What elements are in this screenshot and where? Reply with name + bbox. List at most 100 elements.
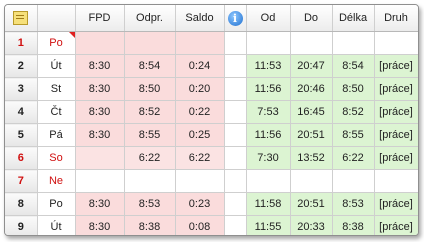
- druh-cell[interactable]: [374, 31, 418, 55]
- druh-cell[interactable]: [práce]: [374, 54, 418, 78]
- fpd-cell[interactable]: [75, 146, 125, 170]
- druh-header[interactable]: Druh: [374, 5, 418, 32]
- od-cell[interactable]: 11:55: [246, 215, 291, 235]
- saldo-cell[interactable]: 6:22: [175, 146, 225, 170]
- odpr-cell[interactable]: 8:52: [124, 100, 176, 124]
- do-cell[interactable]: 20:47: [290, 54, 333, 78]
- delka-cell[interactable]: 8:38: [332, 215, 375, 235]
- odpr-cell[interactable]: [124, 31, 176, 55]
- saldo-cell[interactable]: 0:08: [175, 215, 225, 235]
- saldo-cell[interactable]: 0:20: [175, 77, 225, 101]
- saldo-cell[interactable]: 0:23: [175, 192, 225, 216]
- odpr-cell[interactable]: 8:55: [124, 123, 176, 147]
- odpr-cell[interactable]: 8:54: [124, 54, 176, 78]
- od-cell[interactable]: 11:53: [246, 54, 291, 78]
- od-header[interactable]: Od: [246, 5, 291, 32]
- saldo-cell[interactable]: 0:24: [175, 54, 225, 78]
- do-cell[interactable]: [290, 169, 333, 193]
- od-cell[interactable]: [246, 31, 291, 55]
- table-row[interactable]: 3 St 8:30 8:50 0:20 11:56 20:46 8:50 [pr…: [5, 77, 418, 101]
- delka-cell[interactable]: 8:55: [332, 123, 375, 147]
- druh-cell[interactable]: [práce]: [374, 77, 418, 101]
- od-cell[interactable]: 7:53: [246, 100, 291, 124]
- odpr-cell[interactable]: 8:38: [124, 215, 176, 235]
- fpd-cell[interactable]: 8:30: [75, 77, 125, 101]
- odpr-cell[interactable]: 6:22: [124, 146, 176, 170]
- table-row[interactable]: 2 Út 8:30 8:54 0:24 11:53 20:47 8:54 [pr…: [5, 54, 418, 78]
- odpr-cell[interactable]: [124, 169, 176, 193]
- day-number: 1: [5, 31, 38, 55]
- saldo-cell[interactable]: 0:25: [175, 123, 225, 147]
- od-cell[interactable]: [246, 169, 291, 193]
- odpr-cell[interactable]: 8:53: [124, 192, 176, 216]
- info-cell: [224, 169, 247, 193]
- do-header[interactable]: Do: [290, 5, 333, 32]
- delka-cell[interactable]: [332, 169, 375, 193]
- do-cell[interactable]: 20:46: [290, 77, 333, 101]
- do-cell[interactable]: [290, 31, 333, 55]
- day-name-header: [37, 5, 76, 32]
- fpd-cell[interactable]: [75, 31, 125, 55]
- odpr-header[interactable]: Odpr.: [124, 5, 176, 32]
- od-cell[interactable]: 11:56: [246, 123, 291, 147]
- delka-cell[interactable]: 8:50: [332, 77, 375, 101]
- od-cell[interactable]: 11:58: [246, 192, 291, 216]
- info-cell: [224, 192, 247, 216]
- fpd-cell[interactable]: [75, 169, 125, 193]
- table-row[interactable]: 1 Po: [5, 31, 418, 55]
- druh-cell[interactable]: [práce]: [374, 123, 418, 147]
- druh-cell[interactable]: [práce]: [374, 100, 418, 124]
- od-cell[interactable]: 7:30: [246, 146, 291, 170]
- do-cell[interactable]: 13:52: [290, 146, 333, 170]
- table-row[interactable]: 8 Po 8:30 8:53 0:23 11:58 20:51 8:53 [pr…: [5, 192, 418, 216]
- druh-cell[interactable]: [práce]: [374, 215, 418, 235]
- notes-header[interactable]: [5, 5, 38, 32]
- note-icon[interactable]: [13, 11, 29, 25]
- do-cell[interactable]: 20:51: [290, 192, 333, 216]
- druh-cell[interactable]: [374, 169, 418, 193]
- header-row: FPD Odpr. Saldo i Od Do Délka Druh: [5, 5, 418, 32]
- fpd-cell[interactable]: 8:30: [75, 100, 125, 124]
- delka-header[interactable]: Délka: [332, 5, 375, 32]
- saldo-header[interactable]: Saldo: [175, 5, 225, 32]
- table-row[interactable]: 6 So 6:22 6:22 7:30 13:52 6:22 [práce]: [5, 146, 418, 170]
- od-cell[interactable]: 11:56: [246, 77, 291, 101]
- info-cell: [224, 77, 247, 101]
- fpd-cell[interactable]: 8:30: [75, 123, 125, 147]
- saldo-cell[interactable]: 0:22: [175, 100, 225, 124]
- fpd-header[interactable]: FPD: [75, 5, 125, 32]
- info-icon[interactable]: i: [227, 10, 243, 26]
- do-cell[interactable]: 20:51: [290, 123, 333, 147]
- do-cell[interactable]: 20:33: [290, 215, 333, 235]
- day-name: Út: [37, 54, 76, 78]
- info-header[interactable]: i: [224, 5, 247, 32]
- day-name: Čt: [37, 100, 76, 124]
- info-cell: [224, 54, 247, 78]
- day-number: 9: [5, 215, 38, 235]
- druh-cell[interactable]: [práce]: [374, 146, 418, 170]
- day-name: Ne: [37, 169, 76, 193]
- table-row[interactable]: 5 Pá 8:30 8:55 0:25 11:56 20:51 8:55 [pr…: [5, 123, 418, 147]
- do-cell[interactable]: 16:45: [290, 100, 333, 124]
- fpd-cell[interactable]: 8:30: [75, 192, 125, 216]
- delka-cell[interactable]: [332, 31, 375, 55]
- delka-cell[interactable]: 8:52: [332, 100, 375, 124]
- day-number: 4: [5, 100, 38, 124]
- druh-cell[interactable]: [práce]: [374, 192, 418, 216]
- saldo-cell[interactable]: [175, 169, 225, 193]
- saldo-cell[interactable]: [175, 31, 225, 55]
- odpr-cell[interactable]: 8:50: [124, 77, 176, 101]
- day-name: Po: [37, 31, 76, 55]
- delka-cell[interactable]: 6:22: [332, 146, 375, 170]
- table-row[interactable]: 7 Ne: [5, 169, 418, 193]
- fpd-cell[interactable]: 8:30: [75, 215, 125, 235]
- info-cell: [224, 146, 247, 170]
- delka-cell[interactable]: 8:53: [332, 192, 375, 216]
- day-name: Po: [37, 192, 76, 216]
- table-row[interactable]: 4 Čt 8:30 8:52 0:22 7:53 16:45 8:52 [prá…: [5, 100, 418, 124]
- table-row[interactable]: 9 Út 8:30 8:38 0:08 11:55 20:33 8:38 [pr…: [5, 215, 418, 235]
- delka-cell[interactable]: 8:54: [332, 54, 375, 78]
- fpd-cell[interactable]: 8:30: [75, 54, 125, 78]
- day-name-text: Po: [49, 37, 63, 49]
- day-number: 2: [5, 54, 38, 78]
